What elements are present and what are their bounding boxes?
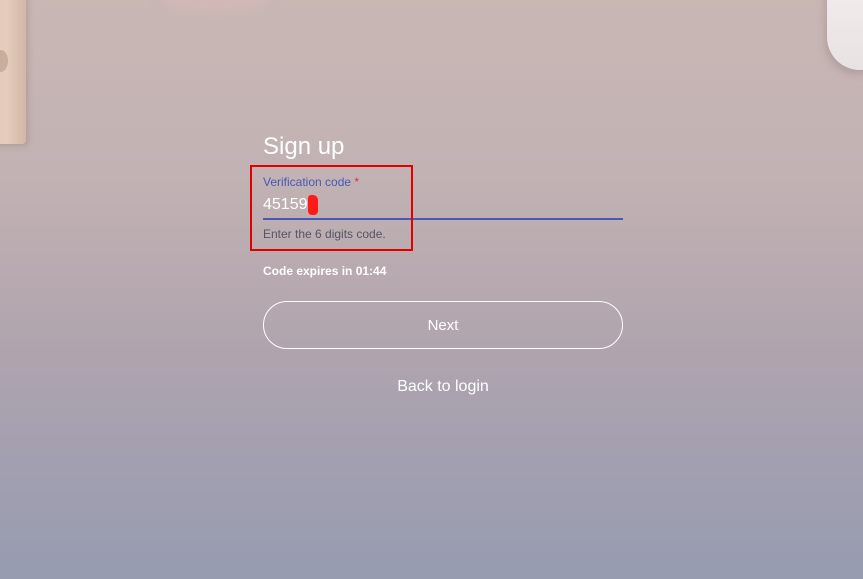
code-expiry-timer: Code expires in 01:44 xyxy=(263,264,387,278)
annotation-highlight-box xyxy=(250,165,413,251)
background-blur-decoration xyxy=(160,0,270,12)
page-title: Sign up xyxy=(263,133,345,160)
background-mouse-object xyxy=(827,0,863,70)
next-button[interactable]: Next xyxy=(263,301,623,349)
back-to-login-link[interactable]: Back to login xyxy=(263,377,623,397)
background-wooden-object xyxy=(0,0,26,144)
